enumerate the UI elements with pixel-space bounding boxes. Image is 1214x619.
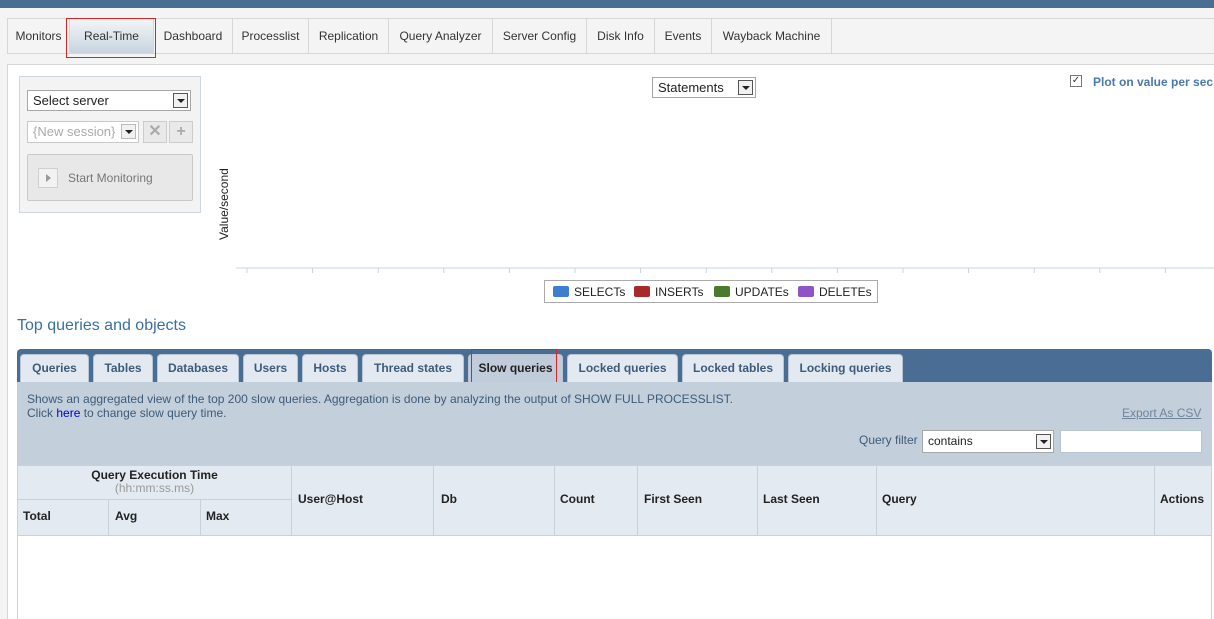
column-divider xyxy=(876,465,877,536)
column-group-subheader: (hh:mm:ss.ms) xyxy=(114,481,195,495)
section-title: Top queries and objects xyxy=(17,317,186,334)
slow-queries-description: Shows an aggregated view of the top 200 … xyxy=(27,392,733,420)
tab-hosts[interactable]: Hosts xyxy=(302,354,358,382)
column-max[interactable]: Max xyxy=(206,509,229,523)
description-line-2: Click here to change slow query time. xyxy=(27,406,733,420)
change-slow-time-link[interactable]: here xyxy=(56,406,80,420)
legend-label: SELECTs xyxy=(574,285,626,299)
chart-y-axis-label: Value/second xyxy=(217,168,231,240)
legend-label: UPDATEs xyxy=(735,285,789,299)
tab-queries[interactable]: Queries xyxy=(20,354,89,382)
legend-item-deletes[interactable]: DELETEs xyxy=(798,285,872,299)
column-last-seen[interactable]: Last Seen xyxy=(763,492,820,506)
checkmark-icon: ✓ xyxy=(1071,75,1081,86)
top-bar xyxy=(0,0,1214,8)
realtime-chart xyxy=(236,267,1214,273)
chart-legend: SELECTs INSERTs UPDATEs DELETEs xyxy=(544,280,878,303)
close-icon: ✕ xyxy=(148,123,162,140)
column-count[interactable]: Count xyxy=(560,492,595,506)
tab-users[interactable]: Users xyxy=(243,354,298,382)
nav-tab-query-analyzer[interactable]: Query Analyzer xyxy=(389,19,493,53)
column-total[interactable]: Total xyxy=(23,509,51,523)
play-icon xyxy=(38,168,58,188)
legend-swatch xyxy=(798,286,814,297)
plus-icon: + xyxy=(176,123,186,140)
query-filter-mode-select[interactable]: contains xyxy=(922,430,1054,453)
nav-tab-events[interactable]: Events xyxy=(655,19,712,53)
start-monitoring-label: Start Monitoring xyxy=(68,171,153,185)
legend-swatch xyxy=(634,286,650,297)
add-session-button[interactable]: + xyxy=(169,121,193,143)
legend-item-updates[interactable]: UPDATEs xyxy=(714,285,789,299)
highlight-box-real-time xyxy=(66,18,156,58)
column-divider xyxy=(1154,465,1155,536)
chevron-down-icon xyxy=(1036,434,1051,449)
export-csv-link[interactable]: Export As CSV xyxy=(1122,406,1201,420)
legend-swatch xyxy=(553,286,569,297)
main-nav: Monitors Real-Time Dashboard Processlist… xyxy=(7,18,1214,54)
column-divider xyxy=(637,465,638,536)
plot-per-sec-checkbox[interactable]: ✓ xyxy=(1070,75,1082,87)
column-db[interactable]: Db xyxy=(441,492,457,506)
statements-select-value: Statements xyxy=(658,80,724,95)
legend-swatch xyxy=(714,286,730,297)
nav-tab-dashboard[interactable]: Dashboard xyxy=(154,19,233,53)
nav-tab-wayback-machine[interactable]: Wayback Machine xyxy=(712,19,832,53)
query-filter-label: Query filter xyxy=(859,433,918,447)
tab-locked-queries[interactable]: Locked queries xyxy=(567,354,678,382)
column-avg[interactable]: Avg xyxy=(115,509,137,523)
legend-label: INSERTs xyxy=(655,285,704,299)
chevron-down-icon xyxy=(121,124,136,139)
start-monitoring-button[interactable]: Start Monitoring xyxy=(27,154,193,201)
nav-tab-processlist[interactable]: Processlist xyxy=(233,19,309,53)
nav-tab-disk-info[interactable]: Disk Info xyxy=(587,19,655,53)
nav-tab-monitors[interactable]: Monitors xyxy=(8,19,70,53)
description-suffix: to change slow query time. xyxy=(80,406,227,420)
chart-x-ticks xyxy=(246,268,1166,273)
column-divider xyxy=(757,465,758,536)
column-divider xyxy=(291,465,292,536)
tab-tables[interactable]: Tables xyxy=(93,354,153,382)
remove-session-button[interactable]: ✕ xyxy=(143,121,167,143)
highlight-box-slow-queries xyxy=(471,349,557,385)
header-divider xyxy=(17,499,292,500)
tab-locking-queries[interactable]: Locking queries xyxy=(788,354,903,382)
session-select[interactable]: {New session} xyxy=(27,121,139,143)
query-filter-input[interactable] xyxy=(1060,430,1202,453)
column-first-seen[interactable]: First Seen xyxy=(644,492,702,506)
description-line-1: Shows an aggregated view of the top 200 … xyxy=(27,392,733,406)
legend-item-inserts[interactable]: INSERTs xyxy=(634,285,703,299)
chevron-down-icon xyxy=(738,80,753,95)
chevron-down-icon xyxy=(173,93,188,108)
column-divider xyxy=(433,465,434,536)
description-prefix: Click xyxy=(27,406,57,420)
column-divider xyxy=(108,500,109,536)
session-select-value: {New session} xyxy=(33,124,116,139)
column-query[interactable]: Query xyxy=(882,492,917,506)
query-filter-mode-value: contains xyxy=(928,434,973,448)
column-group-execution-time: Query Execution Time xyxy=(91,468,218,482)
plot-per-sec-label: Plot on value per sec xyxy=(1093,75,1214,89)
column-divider xyxy=(200,500,201,536)
nav-tab-server-config[interactable]: Server Config xyxy=(493,19,587,53)
column-divider xyxy=(554,465,555,536)
legend-item-selects[interactable]: SELECTs xyxy=(553,285,625,299)
column-actions: Actions xyxy=(1160,492,1205,506)
legend-label: DELETEs xyxy=(819,285,872,299)
tab-databases[interactable]: Databases xyxy=(157,354,239,382)
column-user-host[interactable]: User@Host xyxy=(298,492,363,506)
server-select[interactable]: Select server xyxy=(27,90,191,111)
slow-queries-table-body xyxy=(17,536,1212,619)
tab-locked-tables[interactable]: Locked tables xyxy=(682,354,784,382)
nav-tab-replication[interactable]: Replication xyxy=(309,19,389,53)
server-select-value: Select server xyxy=(33,93,109,108)
statements-select[interactable]: Statements xyxy=(652,77,756,98)
tab-thread-states[interactable]: Thread states xyxy=(362,354,464,382)
